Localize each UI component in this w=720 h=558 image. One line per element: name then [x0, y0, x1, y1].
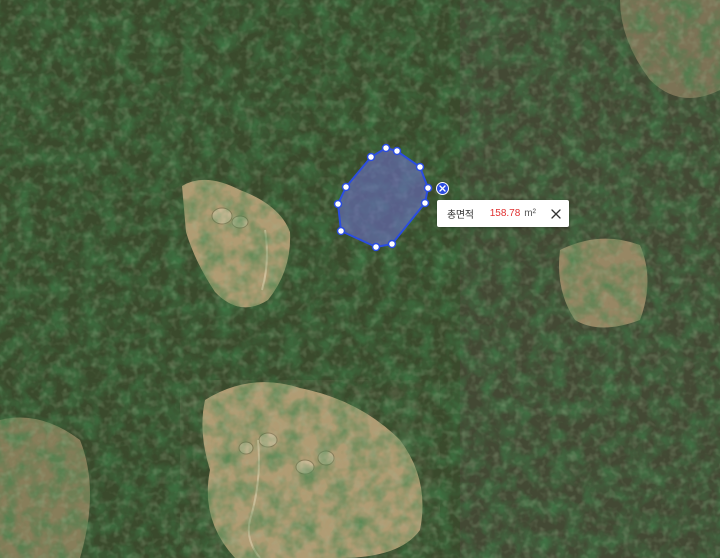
polygon-vertex	[366, 152, 376, 162]
polygon-vertex	[333, 199, 343, 209]
close-icon	[551, 208, 561, 219]
soil-texture	[180, 380, 440, 558]
total-area-unit: m²	[524, 208, 536, 219]
polygon-vertex	[392, 146, 402, 156]
area-measurement-popup: 총면적 158.78 m²	[437, 200, 569, 227]
polygon-vertex	[423, 183, 433, 193]
polygon-vertex	[415, 162, 425, 172]
polygon-vertex	[420, 198, 430, 208]
remove-shape-icon	[439, 185, 446, 192]
close-popup-button[interactable]	[549, 207, 563, 221]
total-area-label: 총면적	[447, 210, 474, 221]
remove-shape-button[interactable]	[436, 182, 449, 195]
polygon-vertex	[371, 242, 381, 252]
map-viewport[interactable]: 총면적 158.78 m²	[0, 0, 720, 558]
polygon-vertex	[387, 239, 397, 249]
total-area-value: 158.78	[489, 208, 521, 219]
polygon-vertex	[341, 182, 351, 192]
polygon-vertex	[336, 226, 346, 236]
satellite-map[interactable]	[0, 0, 720, 558]
polygon-vertex	[381, 143, 391, 153]
